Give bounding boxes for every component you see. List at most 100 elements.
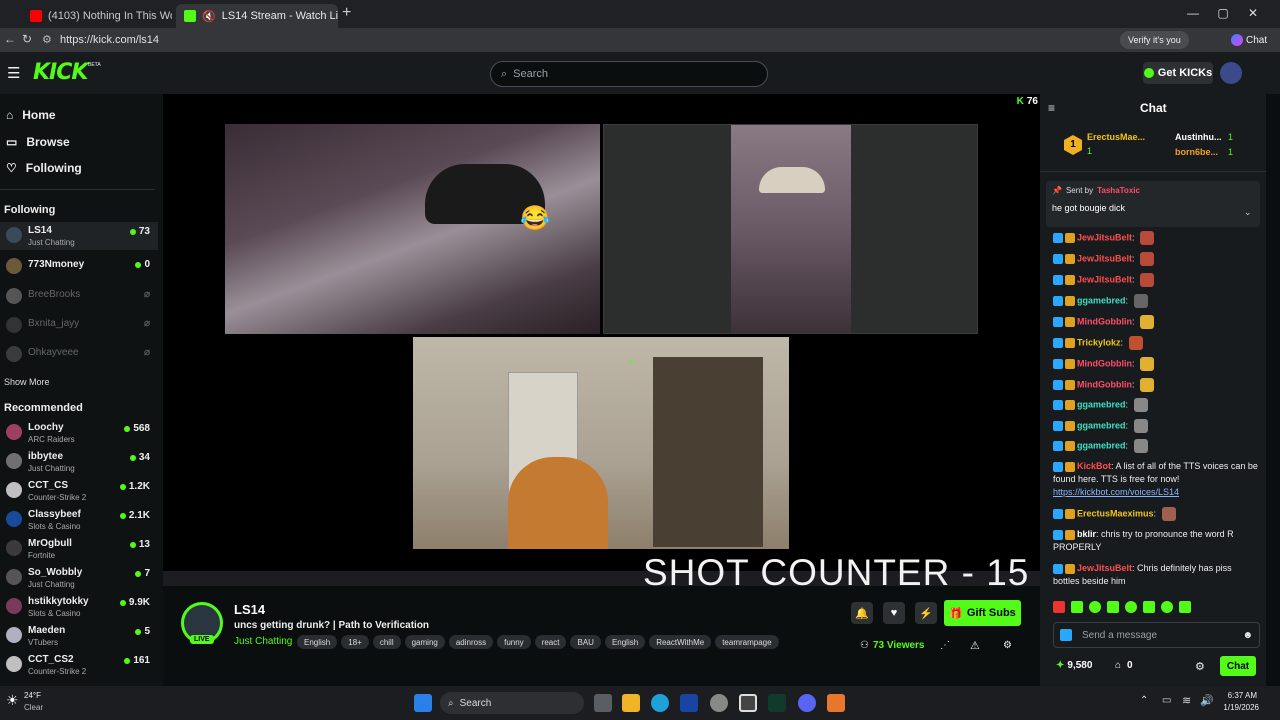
start-windows-icon[interactable] bbox=[414, 694, 432, 712]
follow-heart-icon[interactable]: ♥ bbox=[883, 602, 905, 624]
pinned-message[interactable]: 📌 Sent by TashaToxic he got bougie dick ⌄ bbox=[1046, 181, 1260, 227]
chat-username[interactable]: JewJitsuBelt bbox=[1077, 274, 1132, 284]
following-item-ls14[interactable]: LS14 Just Chatting 73 bbox=[0, 222, 158, 250]
chat-username[interactable]: JewJitsuBelt bbox=[1077, 253, 1132, 263]
reload-icon[interactable]: ↻ bbox=[22, 32, 32, 46]
chat-username[interactable]: ErectusMaeximus bbox=[1077, 508, 1154, 518]
collapse-chat-icon[interactable]: ≡ bbox=[1048, 101, 1055, 115]
recommended-item[interactable]: hstikkytokky Slots & Casino 9.9K bbox=[0, 593, 158, 621]
tag-pill[interactable]: English bbox=[604, 635, 646, 649]
file-explorer-icon[interactable] bbox=[622, 694, 640, 712]
chat-username[interactable]: bklir bbox=[1077, 529, 1096, 539]
chat-message[interactable]: ggamebred: bbox=[1053, 419, 1258, 433]
browser-tab-youtube[interactable]: (4103) Nothing In This World - Yo bbox=[22, 4, 172, 28]
bell-icon[interactable]: 🔔 bbox=[851, 602, 873, 624]
url-field[interactable]: ⚙ https://kick.com/ls14 bbox=[36, 30, 1156, 50]
lightning-icon[interactable]: ⚡ bbox=[915, 602, 937, 624]
emote-icon[interactable] bbox=[1071, 601, 1083, 613]
tag-pill[interactable]: 18+ bbox=[341, 635, 369, 649]
chat-username[interactable]: MindGobblin bbox=[1077, 379, 1132, 389]
recommended-item[interactable]: Loochy ARC Raiders 568 bbox=[0, 419, 158, 447]
user-settings-icon[interactable]: ⚙ bbox=[1003, 640, 1012, 651]
gifter-name[interactable]: born6be... bbox=[1175, 147, 1218, 157]
l-app-icon[interactable] bbox=[680, 694, 698, 712]
gifter-name[interactable]: Austinhu... bbox=[1175, 132, 1222, 142]
menu-icon[interactable]: ☰ bbox=[7, 64, 20, 82]
chat-link[interactable]: https://kickbot.com/voices/LS14 bbox=[1053, 487, 1179, 497]
nav-browse[interactable]: ▭ Browse bbox=[6, 135, 70, 149]
new-tab-button[interactable]: + bbox=[342, 4, 351, 22]
tag-pill[interactable]: English bbox=[297, 635, 338, 649]
back-icon[interactable]: ← bbox=[4, 32, 16, 46]
browser-tab-kick[interactable]: 🔇 LS14 Stream - Watch Live on K bbox=[176, 4, 338, 28]
tag-pill[interactable]: BAU bbox=[570, 635, 601, 649]
category-link[interactable]: Just Chatting bbox=[234, 636, 292, 647]
chat-message[interactable]: bklir: chris try to pronounce the word R… bbox=[1053, 528, 1258, 554]
chat-message[interactable]: MindGobblin: bbox=[1053, 315, 1258, 329]
chat-username[interactable]: ggamebred bbox=[1077, 295, 1126, 305]
video-player[interactable]: 😂 + K 76 bbox=[163, 94, 1040, 586]
chat-message[interactable]: JewJitsuBelt: bbox=[1053, 273, 1258, 287]
redemptions[interactable]: ⌂ 0 bbox=[1115, 660, 1133, 671]
chat-message[interactable]: MindGobblin: bbox=[1053, 357, 1258, 371]
recommended-item[interactable]: ibbytee Just Chatting 34 bbox=[0, 448, 158, 476]
verify-button[interactable]: Verify it's you bbox=[1120, 31, 1189, 49]
vlc-like-app-icon[interactable] bbox=[827, 694, 845, 712]
tray-chevron-icon[interactable]: ⌃ bbox=[1140, 695, 1148, 706]
expand-chevron-icon[interactable]: ⌄ bbox=[1244, 207, 1252, 218]
chat-username[interactable]: KickBot bbox=[1077, 461, 1111, 471]
chat-message[interactable]: Trickylokz: bbox=[1053, 336, 1258, 350]
share-icon[interactable]: ⋰ bbox=[940, 640, 950, 651]
edge-browser-icon[interactable] bbox=[651, 694, 669, 712]
tag-pill[interactable]: teamrampage bbox=[715, 635, 779, 649]
emote-icon[interactable] bbox=[1161, 601, 1173, 613]
chat-settings-icon[interactable]: ⚙ bbox=[1195, 660, 1205, 673]
chat-username[interactable]: ggamebred bbox=[1077, 399, 1126, 409]
mute-icon[interactable]: 🔇 bbox=[202, 10, 216, 23]
search-input[interactable]: ⌕ Search bbox=[490, 61, 768, 87]
taskbar-search[interactable]: ⌕ Search bbox=[440, 692, 584, 714]
emote-icon[interactable] bbox=[1107, 601, 1119, 613]
recommended-item[interactable]: MrOgbull Fortnite 13 bbox=[0, 535, 158, 563]
chat-message[interactable]: ggamebred: bbox=[1053, 439, 1258, 453]
chat-message[interactable]: JewJitsuBelt: Chris definitely has piss … bbox=[1053, 562, 1258, 588]
weather-icon[interactable]: ☀ bbox=[6, 692, 19, 709]
chat-username[interactable]: JewJitsuBelt bbox=[1077, 563, 1132, 573]
chat-username[interactable]: ggamebred bbox=[1077, 420, 1126, 430]
task-view-icon[interactable] bbox=[594, 694, 612, 712]
report-icon[interactable]: ⚠ bbox=[970, 639, 980, 652]
volume-icon[interactable]: 🔊 bbox=[1200, 694, 1214, 707]
chat-username[interactable]: Trickylokz bbox=[1077, 337, 1121, 347]
discord-icon[interactable] bbox=[798, 694, 816, 712]
following-item-773nmoney[interactable]: 773Nmoney 0 bbox=[0, 251, 158, 279]
tag-pill[interactable]: chill bbox=[372, 635, 401, 649]
clock-date[interactable]: 1/19/2026 bbox=[1218, 703, 1259, 712]
recommended-item[interactable]: Classybeef Slots & Casino 2.1K bbox=[0, 506, 158, 534]
recommended-item[interactable]: CCT_CS Counter-Strike 2 1.2K bbox=[0, 477, 158, 505]
recommended-item[interactable]: Maeden VTubers 5 bbox=[0, 622, 158, 650]
following-item-breebrooks[interactable]: BreeBrooks ⌀ bbox=[0, 281, 158, 309]
chat-input[interactable]: Send a message ☻ bbox=[1053, 622, 1260, 648]
chat-username[interactable]: MindGobblin bbox=[1077, 316, 1132, 326]
following-item-bxnita[interactable]: Bxnita_jayy ⌀ bbox=[0, 310, 158, 338]
settings-app-icon[interactable] bbox=[710, 694, 728, 712]
obs-icon[interactable] bbox=[739, 694, 757, 712]
close-window-icon[interactable]: ✕ bbox=[1243, 6, 1263, 20]
chat-message[interactable]: ErectusMaeximus: bbox=[1053, 507, 1258, 521]
gifter-name[interactable]: ErectusMae... bbox=[1087, 132, 1145, 142]
emote-icon[interactable] bbox=[1089, 601, 1101, 613]
wifi-icon[interactable]: ≋ bbox=[1182, 694, 1191, 707]
get-kicks-button[interactable]: Get KICKs bbox=[1143, 62, 1213, 84]
channel-title[interactable]: LS14 bbox=[234, 602, 265, 617]
emoji-picker-icon[interactable]: ☻ bbox=[1242, 630, 1253, 641]
chat-username[interactable]: MindGobblin bbox=[1077, 358, 1132, 368]
chat-message[interactable]: JewJitsuBelt: bbox=[1053, 252, 1258, 266]
chat-message[interactable]: KickBot: A list of all of the TTS voices… bbox=[1053, 460, 1258, 499]
chat-message[interactable]: ggamebred: bbox=[1053, 398, 1258, 412]
emote-icon[interactable] bbox=[1179, 601, 1191, 613]
tag-pill[interactable]: react bbox=[534, 635, 567, 649]
nav-home[interactable]: ⌂ Home bbox=[6, 108, 56, 122]
clock-time[interactable]: 6:37 AM bbox=[1225, 691, 1257, 700]
kick-logo[interactable]: KICK bbox=[33, 60, 88, 85]
tag-pill[interactable]: ReactWithMe bbox=[649, 635, 712, 649]
